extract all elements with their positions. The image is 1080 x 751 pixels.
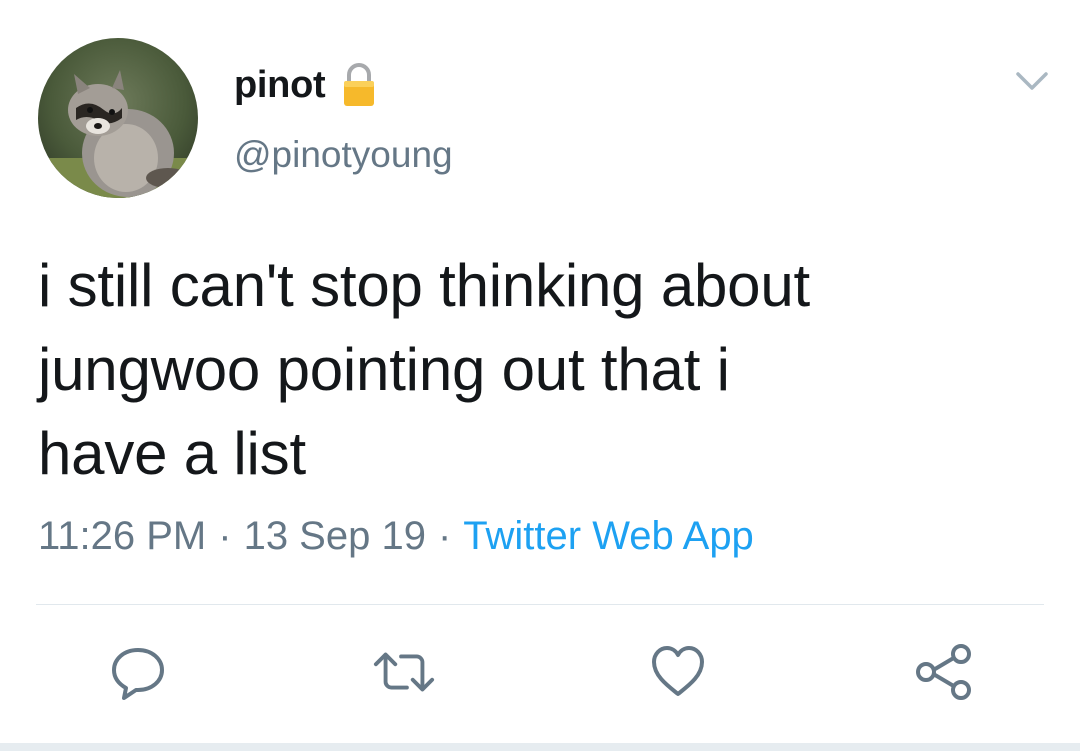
author-name-row: pinot (234, 60, 377, 110)
share-icon (916, 644, 971, 700)
separator: · (437, 514, 452, 558)
user-handle[interactable]: @pinotyoung (234, 134, 453, 176)
retweet-button[interactable] (372, 640, 436, 704)
tweet-time[interactable]: 11:26 PM (38, 514, 206, 558)
tweet-text-line: i still can't stop thinking about (38, 252, 810, 319)
reply-button[interactable] (106, 640, 170, 704)
chevron-down-icon[interactable] (1012, 66, 1052, 96)
display-name[interactable]: pinot (234, 64, 326, 107)
heart-icon (652, 646, 704, 696)
divider (36, 604, 1044, 605)
tweet-date[interactable]: 13 Sep 19 (244, 514, 426, 558)
like-button[interactable] (646, 640, 710, 704)
tweet-text: i still can't stop thinking about jungwo… (38, 244, 1018, 496)
retweet-icon (373, 652, 435, 692)
tweet-actions (0, 640, 1080, 710)
tweet-metadata: 11:26 PM · 13 Sep 19 · Twitter Web App (38, 514, 754, 559)
reply-icon (112, 648, 164, 700)
bottom-border (0, 743, 1080, 751)
avatar[interactable] (38, 38, 198, 198)
tweet-text-line: have a list (38, 420, 306, 487)
tweet-source-link[interactable]: Twitter Web App (463, 514, 754, 558)
raccoon-avatar-image (38, 38, 198, 198)
tweet-text-line: jungwoo pointing out that i (38, 336, 730, 403)
separator: · (218, 514, 232, 558)
lock-icon (341, 62, 377, 108)
share-button[interactable] (912, 640, 976, 704)
